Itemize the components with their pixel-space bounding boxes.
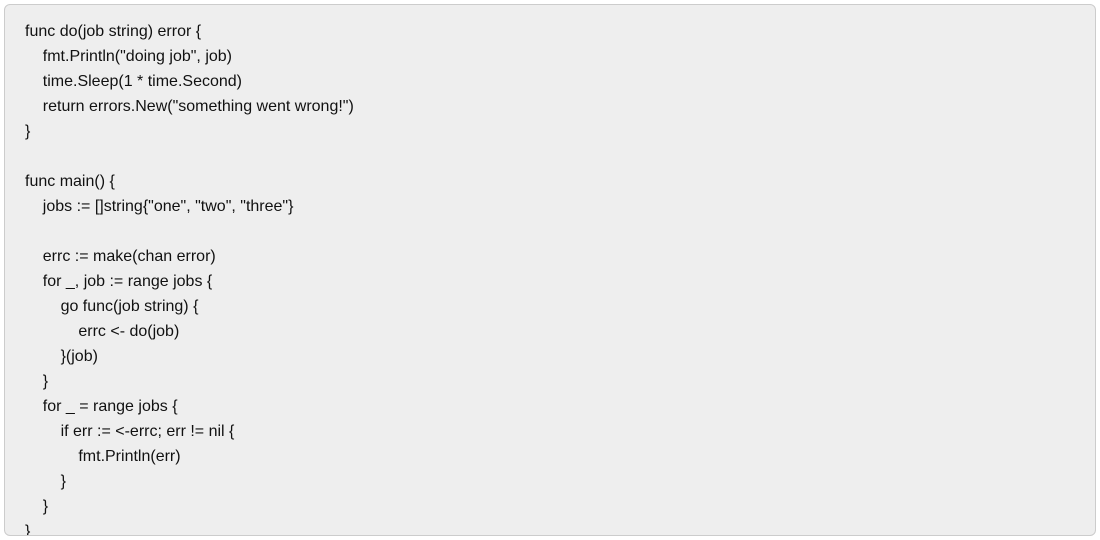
code-block: func do(job string) error { fmt.Println(… (4, 4, 1096, 536)
